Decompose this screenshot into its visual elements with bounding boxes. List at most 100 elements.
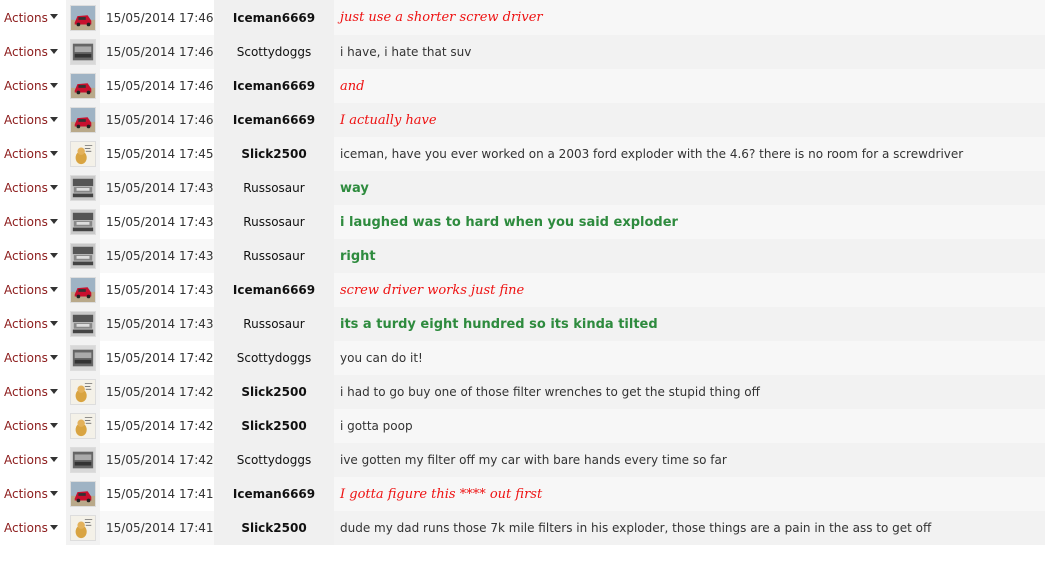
avatar[interactable]	[66, 35, 100, 69]
actions-dropdown[interactable]: Actions	[0, 0, 66, 35]
actions-dropdown[interactable]: Actions	[0, 69, 66, 103]
message-username[interactable]: Russosaur	[214, 239, 334, 273]
avatar[interactable]	[66, 307, 100, 341]
red-car-avatar	[70, 277, 96, 303]
avatar[interactable]	[66, 409, 100, 443]
message-text: and	[334, 69, 1045, 103]
message-username[interactable]: Slick2500	[214, 409, 334, 443]
actions-dropdown[interactable]: Actions	[0, 307, 66, 341]
avatar[interactable]	[66, 375, 100, 409]
message-username[interactable]: Iceman6669	[214, 103, 334, 137]
actions-dropdown[interactable]: Actions	[0, 273, 66, 307]
message-text: I actually have	[334, 103, 1045, 137]
message-timestamp: 15/05/2014 17:42	[100, 409, 214, 443]
message-username[interactable]: Scottydoggs	[214, 341, 334, 375]
message-username[interactable]: Iceman6669	[214, 69, 334, 103]
chevron-down-icon	[49, 456, 58, 462]
actions-label: Actions	[4, 317, 48, 331]
actions-label: Actions	[4, 147, 48, 161]
message-username[interactable]: Russosaur	[214, 205, 334, 239]
dog-avatar	[70, 515, 96, 541]
chat-message-row: Actions 15/05/2014 17:43 Iceman6669 scre…	[0, 272, 1045, 307]
chat-message-row: Actions 15/05/2014 17:43 Russosaur way	[0, 170, 1045, 205]
actions-label: Actions	[4, 10, 48, 25]
message-username[interactable]: Slick2500	[214, 511, 334, 545]
message-text: way	[334, 171, 1045, 205]
truck-avatar	[70, 209, 96, 235]
message-text: right	[334, 239, 1045, 273]
truck-avatar	[70, 243, 96, 269]
chat-message-row: Actions 15/05/2014 17:42 Slick2500 i had…	[0, 374, 1045, 409]
chat-message-row: Actions 15/05/2014 17:45 Slick2500 icema…	[0, 136, 1045, 171]
gray-car-avatar	[70, 39, 96, 65]
truck-avatar	[70, 175, 96, 201]
message-username[interactable]: Russosaur	[214, 307, 334, 341]
actions-dropdown[interactable]: Actions	[0, 341, 66, 375]
actions-dropdown[interactable]: Actions	[0, 137, 66, 171]
message-timestamp: 15/05/2014 17:46	[100, 69, 214, 103]
actions-label: Actions	[4, 487, 48, 501]
actions-label: Actions	[4, 215, 48, 229]
chat-message-row: Actions 15/05/2014 17:46 Iceman6669 just…	[0, 0, 1045, 35]
message-timestamp: 15/05/2014 17:43	[100, 273, 214, 307]
avatar[interactable]	[66, 0, 100, 35]
actions-label: Actions	[4, 453, 48, 467]
message-timestamp: 15/05/2014 17:43	[100, 171, 214, 205]
actions-dropdown[interactable]: Actions	[0, 35, 66, 69]
avatar[interactable]	[66, 137, 100, 171]
message-timestamp: 15/05/2014 17:43	[100, 205, 214, 239]
actions-label: Actions	[4, 113, 48, 127]
chevron-down-icon	[49, 524, 58, 530]
message-timestamp: 15/05/2014 17:42	[100, 443, 214, 477]
chat-message-row: Actions 15/05/2014 17:43 Russosaur right	[0, 238, 1045, 273]
actions-dropdown[interactable]: Actions	[0, 409, 66, 443]
message-text: i laughed was to hard when you said expl…	[334, 205, 1045, 239]
avatar[interactable]	[66, 477, 100, 511]
actions-label: Actions	[4, 249, 48, 263]
message-text: i have, i hate that suv	[334, 35, 1045, 69]
actions-dropdown[interactable]: Actions	[0, 103, 66, 137]
chevron-down-icon	[49, 490, 58, 496]
message-username[interactable]: Scottydoggs	[214, 35, 334, 69]
avatar[interactable]	[66, 171, 100, 205]
dog-avatar	[70, 413, 96, 439]
actions-dropdown[interactable]: Actions	[0, 477, 66, 511]
message-username[interactable]: Iceman6669	[214, 273, 334, 307]
avatar[interactable]	[66, 341, 100, 375]
avatar[interactable]	[66, 273, 100, 307]
message-username[interactable]: Iceman6669	[214, 477, 334, 511]
message-username[interactable]: Russosaur	[214, 171, 334, 205]
message-timestamp: 15/05/2014 17:43	[100, 307, 214, 341]
message-text: ive gotten my filter off my car with bar…	[334, 443, 1045, 477]
red-car-avatar	[70, 481, 96, 507]
message-username[interactable]: Iceman6669	[214, 0, 334, 35]
avatar[interactable]	[66, 103, 100, 137]
avatar[interactable]	[66, 443, 100, 477]
avatar[interactable]	[66, 69, 100, 103]
avatar[interactable]	[66, 205, 100, 239]
red-car-avatar	[70, 4, 96, 31]
actions-dropdown[interactable]: Actions	[0, 171, 66, 205]
actions-dropdown[interactable]: Actions	[0, 443, 66, 477]
message-timestamp: 15/05/2014 17:41	[100, 511, 214, 545]
actions-dropdown[interactable]: Actions	[0, 511, 66, 545]
message-username[interactable]: Slick2500	[214, 375, 334, 409]
actions-dropdown[interactable]: Actions	[0, 239, 66, 273]
message-text: its a turdy eight hundred so its kinda t…	[334, 307, 1045, 341]
chat-message-row: Actions 15/05/2014 17:46 Iceman6669 I ac…	[0, 102, 1045, 137]
gray-car-avatar	[70, 345, 96, 371]
message-text: iceman, have you ever worked on a 2003 f…	[334, 137, 1045, 171]
chevron-down-icon	[49, 388, 58, 394]
avatar[interactable]	[66, 239, 100, 273]
actions-label: Actions	[4, 79, 48, 93]
actions-label: Actions	[4, 283, 48, 297]
chat-log: Actions 15/05/2014 17:46 Iceman6669 just…	[0, 0, 1045, 545]
actions-label: Actions	[4, 385, 48, 399]
actions-dropdown[interactable]: Actions	[0, 375, 66, 409]
avatar[interactable]	[66, 511, 100, 545]
message-username[interactable]: Scottydoggs	[214, 443, 334, 477]
dog-avatar	[70, 141, 96, 167]
truck-avatar	[70, 311, 96, 337]
message-username[interactable]: Slick2500	[214, 137, 334, 171]
actions-dropdown[interactable]: Actions	[0, 205, 66, 239]
